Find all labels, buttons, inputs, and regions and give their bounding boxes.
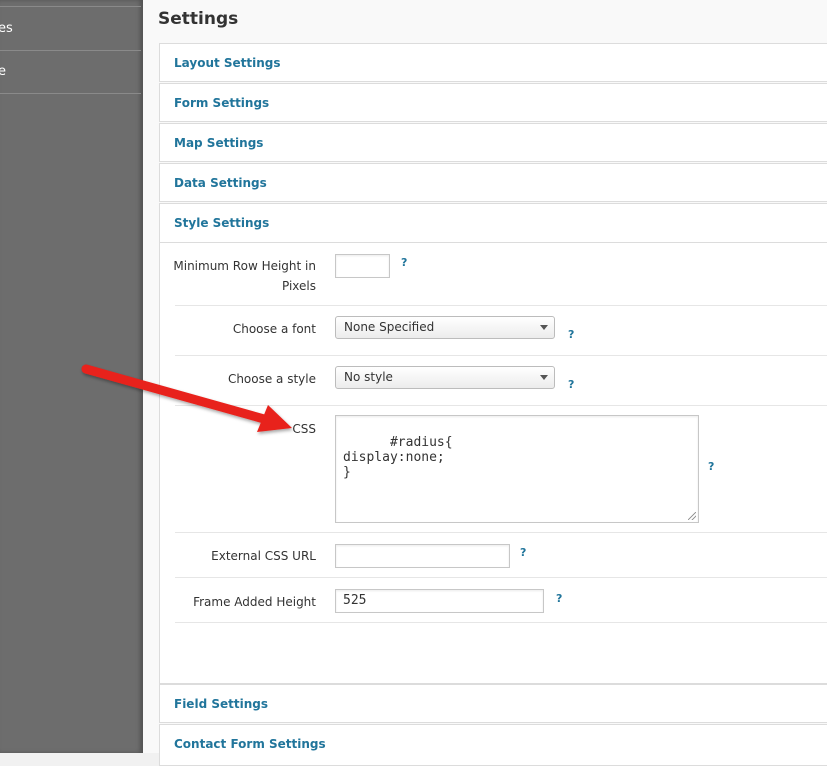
css-help-icon[interactable]: ? [708, 460, 714, 473]
external-css-help-icon[interactable]: ? [520, 546, 526, 559]
frame-height-help-icon[interactable]: ? [556, 592, 562, 605]
divider [160, 242, 827, 243]
map-settings-toggle[interactable]: Map Settings [174, 136, 263, 150]
sidebar-item-1[interactable]: es [0, 6, 141, 51]
page-title: Settings [158, 9, 239, 29]
field-settings-toggle[interactable]: Field Settings [174, 697, 268, 711]
font-select-value: None Specified [344, 320, 435, 334]
form-settings-toggle[interactable]: Form Settings [174, 96, 269, 110]
divider [175, 305, 827, 306]
divider [175, 577, 827, 578]
style-settings-toggle[interactable]: Style Settings [174, 216, 269, 230]
data-settings-toggle[interactable]: Data Settings [174, 176, 267, 190]
layout-settings-toggle[interactable]: Layout Settings [174, 56, 281, 70]
sidebar-item-2[interactable]: e [0, 50, 141, 94]
sidebar-item-label: e [0, 64, 6, 79]
min-row-height-label: Minimum Row Height in Pixels [173, 259, 316, 293]
style-help-icon[interactable]: ? [568, 378, 574, 391]
min-row-height-help-icon[interactable]: ? [401, 256, 407, 269]
frame-height-label: Frame Added Height [193, 595, 316, 609]
style-label: Choose a style [227, 372, 316, 386]
chevron-down-icon [540, 375, 548, 380]
font-label: Choose a font [232, 322, 316, 336]
style-settings-panel: Style Settings Minimum Row Height in Pix… [159, 203, 827, 684]
style-select[interactable]: No style [335, 366, 555, 389]
data-settings-panel: Data Settings [159, 163, 827, 202]
chevron-down-icon [540, 325, 548, 330]
form-settings-panel: Form Settings [159, 83, 827, 122]
admin-sidebar: es e [0, 0, 143, 753]
main-content: Settings Layout Settings Form Settings M… [143, 0, 827, 766]
min-row-height-input[interactable] [335, 254, 390, 278]
style-select-value: No style [344, 370, 393, 384]
sidebar-item-label: es [0, 21, 13, 36]
divider [175, 532, 827, 533]
css-textarea-value: #radius{ display:none; } [343, 435, 453, 480]
font-select[interactable]: None Specified [335, 316, 555, 339]
contact-form-settings-toggle[interactable]: Contact Form Settings [174, 737, 326, 751]
divider [175, 622, 827, 623]
resize-handle-icon[interactable] [688, 512, 696, 520]
map-settings-panel: Map Settings [159, 123, 827, 162]
divider [175, 405, 827, 406]
frame-height-input[interactable]: 525 [335, 589, 544, 613]
external-css-input[interactable] [335, 544, 510, 568]
field-settings-panel: Field Settings [159, 684, 827, 723]
css-textarea[interactable]: #radius{ display:none; } [335, 415, 699, 523]
layout-settings-panel: Layout Settings [159, 43, 827, 82]
external-css-label: External CSS URL [211, 549, 316, 563]
css-label: CSS [292, 422, 316, 436]
contact-form-settings-panel: Contact Form Settings [159, 724, 827, 766]
font-help-icon[interactable]: ? [568, 328, 574, 341]
divider [175, 355, 827, 356]
